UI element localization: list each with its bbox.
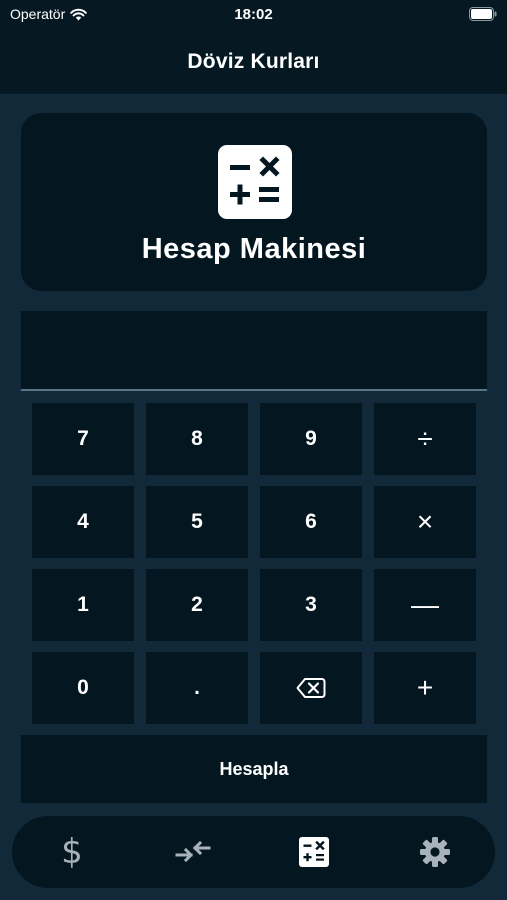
gear-icon: [420, 837, 450, 867]
page-title: Döviz Kurları: [187, 50, 320, 73]
multiply-button[interactable]: ×: [374, 486, 476, 558]
key-8[interactable]: 8: [146, 403, 248, 475]
minus-icon: —: [411, 589, 439, 620]
battery-icon: [469, 7, 497, 24]
calculate-button[interactable]: Hesapla: [21, 735, 487, 803]
key-1-label: 1: [77, 593, 89, 616]
tab-calculator[interactable]: [254, 816, 374, 888]
status-bar: Operatör 18:02: [0, 0, 507, 30]
key-1[interactable]: 1: [32, 569, 134, 641]
key-4-label: 4: [77, 510, 89, 533]
key-9-label: 9: [305, 427, 317, 450]
divide-button[interactable]: ÷: [374, 403, 476, 475]
key-9[interactable]: 9: [260, 403, 362, 475]
backspace-icon: [296, 678, 326, 698]
tab-currency[interactable]: $: [12, 816, 132, 888]
key-4[interactable]: 4: [32, 486, 134, 558]
calculate-button-label: Hesapla: [219, 758, 289, 779]
key-7-label: 7: [77, 427, 89, 450]
header-title: Hesap Makinesi: [141, 233, 367, 265]
exchange-arrows-icon: [175, 840, 211, 863]
header-card: Hesap Makinesi: [21, 113, 487, 291]
tab-bar: $: [12, 816, 495, 888]
decimal-point-button[interactable]: .: [146, 652, 248, 724]
dollar-icon: $: [61, 832, 83, 872]
multiply-icon: ×: [416, 506, 434, 537]
calculator-icon: [218, 145, 292, 219]
backspace-button[interactable]: [260, 652, 362, 724]
calculator-icon: [299, 837, 329, 867]
tab-settings[interactable]: [375, 816, 495, 888]
key-0-label: 0: [77, 676, 89, 699]
key-2-label: 2: [191, 593, 203, 616]
tab-converter[interactable]: [133, 816, 253, 888]
key-8-label: 8: [191, 427, 203, 450]
key-7[interactable]: 7: [32, 403, 134, 475]
key-6-label: 6: [305, 510, 317, 533]
plus-button[interactable]: +: [374, 652, 476, 724]
key-3[interactable]: 3: [260, 569, 362, 641]
navigation-bar: Döviz Kurları: [0, 30, 507, 94]
decimal-point-label: .: [194, 676, 200, 699]
key-5[interactable]: 5: [146, 486, 248, 558]
key-5-label: 5: [191, 510, 203, 533]
key-3-label: 3: [305, 593, 317, 616]
plus-icon: +: [416, 672, 434, 703]
key-6[interactable]: 6: [260, 486, 362, 558]
divide-icon: ÷: [417, 423, 433, 454]
minus-button[interactable]: —: [374, 569, 476, 641]
status-time: 18:02: [234, 6, 273, 23]
calculator-display: [21, 311, 487, 391]
key-0[interactable]: 0: [32, 652, 134, 724]
keypad: 7 8 9 ÷ 4 5 6 × 1 2 3 — 0 . +: [32, 403, 476, 724]
key-2[interactable]: 2: [146, 569, 248, 641]
